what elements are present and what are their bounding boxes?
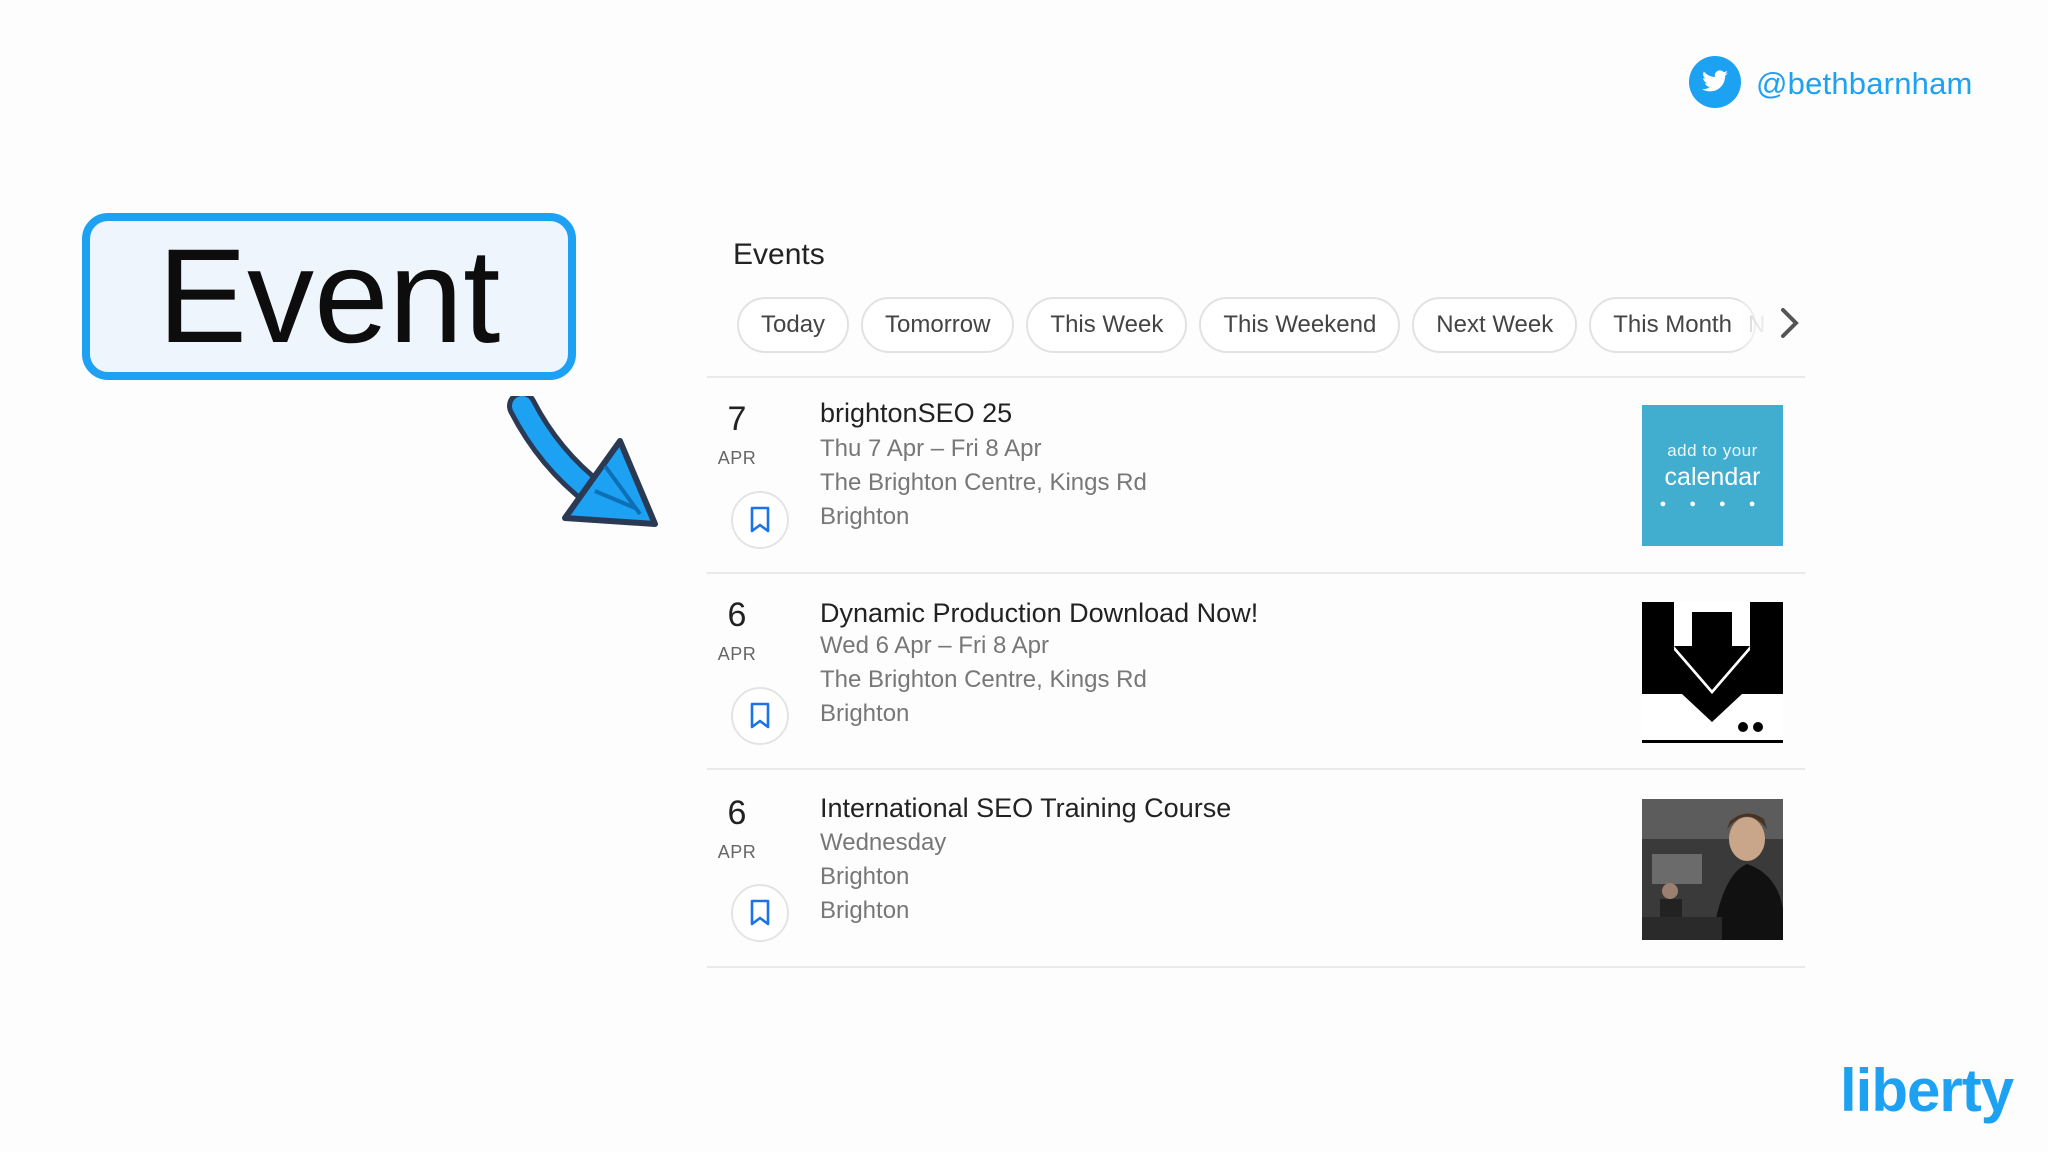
event-thumbnail[interactable]: add to your calendar ● ● ● ● <box>1642 405 1783 546</box>
event-row[interactable]: 6 APR International SEO Training Course … <box>707 772 1805 968</box>
download-arrow-icon <box>1642 602 1783 743</box>
date-filter-chips: Today Tomorrow This Week This Weekend Ne… <box>737 297 1756 353</box>
event-title[interactable]: Dynamic Production Download Now! <box>820 598 1258 629</box>
event-title[interactable]: International SEO Training Course <box>820 793 1231 824</box>
event-thumbnail[interactable] <box>1642 799 1783 940</box>
calendar-app-icons: ● ● ● ● <box>1659 498 1766 510</box>
divider <box>707 376 1805 378</box>
event-date-day: 6 <box>727 596 747 634</box>
event-city: Brighton <box>820 897 910 924</box>
bookmark-icon <box>750 899 770 926</box>
bookmark-button[interactable] <box>731 491 789 549</box>
event-title[interactable]: brightonSEO 25 <box>820 398 1012 429</box>
divider <box>707 768 1805 770</box>
bookmark-icon <box>750 506 770 533</box>
event-date-month: APR <box>717 644 757 664</box>
thumbnail-caption-big: calendar <box>1664 463 1761 491</box>
liberty-logo: liberty <box>1840 1057 2014 1124</box>
chip-this-week[interactable]: This Week <box>1026 297 1188 353</box>
event-venue: The Brighton Centre, Kings Rd <box>820 469 1147 496</box>
event-date-day: 6 <box>727 794 747 832</box>
divider <box>707 966 1805 968</box>
event-date-day: 7 <box>727 400 747 438</box>
chip-next-week[interactable]: Next Week <box>1412 297 1578 353</box>
event-date-month: APR <box>717 842 757 862</box>
chip-tomorrow[interactable]: Tomorrow <box>861 297 1015 353</box>
chevron-right-icon <box>1776 305 1802 346</box>
event-city: Brighton <box>820 503 910 530</box>
twitter-bird-icon <box>1688 55 1742 114</box>
twitter-handle-text: @bethbarnham <box>1756 66 1973 101</box>
event-dates: Wednesday <box>820 829 947 856</box>
event-callout-box: Event <box>82 213 576 380</box>
arrow-down-right-icon <box>500 391 670 541</box>
chip-this-month[interactable]: This Month <box>1589 297 1756 353</box>
event-date-month: APR <box>717 448 757 468</box>
event-callout-label: Event <box>157 221 501 371</box>
event-city: Brighton <box>820 700 910 727</box>
thumbnail-caption-small: add to your <box>1667 441 1758 460</box>
bookmark-button[interactable] <box>731 884 789 942</box>
event-venue: The Brighton Centre, Kings Rd <box>820 666 1147 693</box>
event-thumbnail[interactable] <box>1642 602 1783 743</box>
chip-this-weekend[interactable]: This Weekend <box>1199 297 1401 353</box>
twitter-handle[interactable]: @bethbarnham <box>1688 54 1973 114</box>
photo-thumbnail <box>1642 799 1783 940</box>
event-row[interactable]: 6 APR Dynamic Production Download Now! W… <box>707 576 1805 772</box>
chip-today[interactable]: Today <box>737 297 850 353</box>
event-dates: Thu 7 Apr – Fri 8 Apr <box>820 435 1042 462</box>
events-panel-title: Events <box>733 238 825 271</box>
event-row[interactable]: 7 APR brightonSEO 25 Thu 7 Apr – Fri 8 A… <box>707 380 1805 576</box>
event-dates: Wed 6 Apr – Fri 8 Apr <box>820 632 1049 659</box>
bookmark-icon <box>750 702 770 729</box>
chips-next-button[interactable] <box>1740 297 1802 353</box>
divider <box>707 572 1805 574</box>
bookmark-button[interactable] <box>731 687 789 745</box>
event-venue: Brighton <box>820 863 910 890</box>
